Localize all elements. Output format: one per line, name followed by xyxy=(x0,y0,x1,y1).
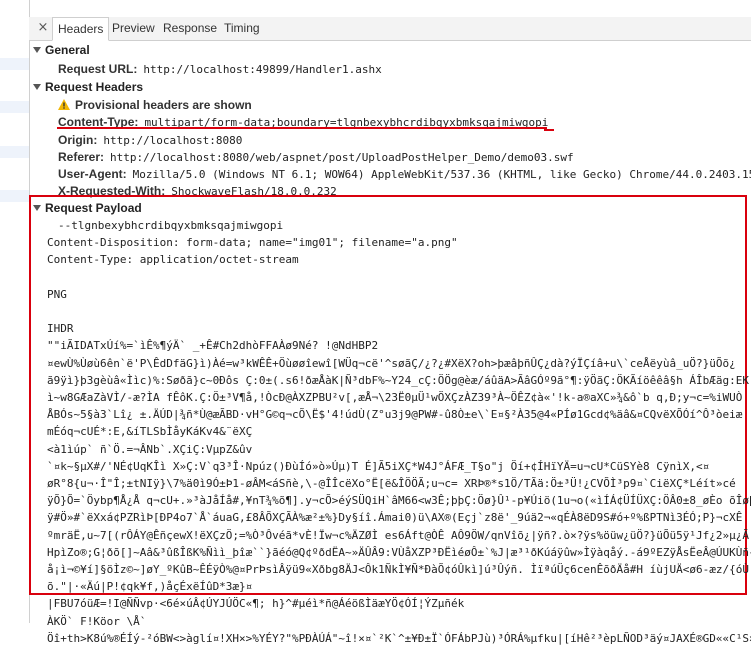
close-icon[interactable]: × xyxy=(36,21,50,35)
payload-line: ¤ewÙ%Ùøù6ên`ë'P\ÊdDfäG}ì)Àé=w³kWÊÊ+Öùøøî… xyxy=(47,356,736,370)
payload-line: ÅBÓs~5§à3`Lî¿ ±.ÄÚD|¾ñ*Ù@æÃBD·vH°G©q¬cÕ\… xyxy=(47,408,743,422)
request-headers-title: Request Headers xyxy=(45,80,144,94)
payload-line: PNG xyxy=(47,287,67,301)
request-list-column xyxy=(0,0,30,623)
payload-line: Content-Type: application/octet-stream xyxy=(47,253,299,267)
header-row-referer: Referer: http://localhost:8080/web/aspnet… xyxy=(58,150,574,164)
user-agent-value: Mozilla/5.0 (Windows NT 6.1; WOW64) Appl… xyxy=(132,168,751,181)
payload-line: ì~w8GÆaZàVÌ/-æ?ÌA fÊôK.Ç:Ö±³V¶å,!ÒcÐ@ÀXZ… xyxy=(47,391,743,404)
general-title: General xyxy=(45,43,90,57)
request-list-row[interactable] xyxy=(0,168,29,180)
warning-icon xyxy=(58,99,70,110)
payload-line: Content-Disposition: form-data; name="im… xyxy=(47,236,458,250)
general-section-header[interactable]: General xyxy=(33,43,90,57)
payload-line: ºmräË,u~7[(rÔÁY@ÊñçewX!ëXÇzÖ;=%Ò³Ôvéã*vÈ… xyxy=(47,528,749,542)
request-list-row[interactable] xyxy=(0,146,29,158)
request-url-row: Request URL: http://localhost:49899/Handl… xyxy=(58,62,382,76)
request-payload-section-header[interactable]: Request Payload xyxy=(33,201,142,215)
tab-preview[interactable]: Preview xyxy=(107,17,160,40)
payload-line: mÉóq¬cUÉ*:E,&íTLSbÌåyKáKv4&¨ëXÇ xyxy=(47,425,253,439)
request-payload-title: Request Payload xyxy=(45,201,142,215)
request-list-row[interactable] xyxy=(0,80,29,92)
provisional-text: Provisional headers are shown xyxy=(75,98,252,112)
payload-line: ""iÃIDATxÚí%=`ìÊ%¶ýÄ` _+Ê#Ch2dhòFFAÀø9Né… xyxy=(47,339,379,353)
tab-response[interactable]: Response xyxy=(158,17,222,40)
provisional-warning: Provisional headers are shown xyxy=(58,98,252,112)
payload-line: ã9ÿì}þ3gèùâ«Ììc)%:Søðã}c~0Ðôs Ç:0±(.s6!ð… xyxy=(47,373,751,387)
request-url-value: http://localhost:49899/Handler1.ashx xyxy=(143,63,382,76)
payload-line: ÿ#Ö»#`ëXxá¢PZRìÞ[ÐP4o7`Å`áuaG,£8ÂÕXÇÃÀ%æ… xyxy=(47,511,743,525)
payload-line: |FBU7óüÆ=!I@ÑÑvp·<6é×úÂ¢ÚYJÚÖC«¶; h}^#µé… xyxy=(47,597,465,611)
user-agent-key: User-Agent: xyxy=(58,167,127,181)
referer-key: Referer: xyxy=(58,150,105,164)
request-list-row[interactable] xyxy=(0,101,29,113)
payload-line: HpìZo®;G¦ðõ[]~Aâ&³ûßÎßK%Ñìì_þîæ``}ãéó@Q¢… xyxy=(47,545,751,559)
payload-line: `¤k~§µX#/'NÉ¢UqKÎì X»Ç:V`q3³Î·Npúz()ÐùÍó… xyxy=(47,459,710,473)
expand-triangle-icon xyxy=(33,205,41,211)
expand-triangle-icon xyxy=(33,84,41,90)
payload-line: õ."|·«Äú|P!¢qk¥f,)åçÉxëÍûD*3æ}¤ xyxy=(47,580,253,594)
origin-key: Origin: xyxy=(58,133,98,147)
payload-line: --tlgnbexybhcrdibqyxbmksqajmiwgopi xyxy=(58,219,284,232)
request-url-key: Request URL: xyxy=(58,62,138,76)
origin-value: http://localhost:8080 xyxy=(103,134,243,147)
payload-line: IHDR xyxy=(47,322,74,336)
tab-headers[interactable]: Headers xyxy=(52,17,110,41)
annotation-underline xyxy=(57,127,547,129)
payload-line: Öî+th>K8ú%®ÉÍý-²óBW<>àglí¤!XH×>%YÉY?"%PÐ… xyxy=(47,631,751,645)
request-headers-section-header[interactable]: Request Headers xyxy=(33,80,143,94)
payload-line: ÀKÖ` F!Köor \Å` xyxy=(47,614,147,628)
request-list-row[interactable] xyxy=(0,58,29,70)
tab-timing[interactable]: Timing xyxy=(219,17,265,40)
expand-triangle-icon xyxy=(33,47,41,53)
header-row-user-agent: User-Agent: Mozilla/5.0 (Windows NT 6.1; … xyxy=(58,167,751,181)
referer-value: http://localhost:8080/web/aspnet/post/Up… xyxy=(110,151,574,164)
payload-line: ÿÕ}Õ=`Öybp¶Å¿Å q¬cU+.»³àJåÍå#,¥nT¾%õ¶].y… xyxy=(47,494,751,508)
payload-line: øR°8{u¬·Î"Î;±tNIÿ}\7%ä0ì9Ó±Þ1-øÂM<áSñè,\… xyxy=(47,477,736,490)
header-row-origin: Origin: http://localhost:8080 xyxy=(58,133,242,147)
annotation-underline xyxy=(544,129,554,131)
payload-line: <à1ìúp` ñ`Ö.=¬ÂNb`.XÇiÇ:VµpZ&ûv xyxy=(47,442,253,456)
request-list-row[interactable] xyxy=(0,190,29,202)
payload-line: å¡ì¬©¥í]§öÌz©~]øY_ºKûB~ÊÉÿÒ%@¤PrÞsìÂÿü9«… xyxy=(47,563,749,576)
request-list-row[interactable] xyxy=(0,124,29,136)
